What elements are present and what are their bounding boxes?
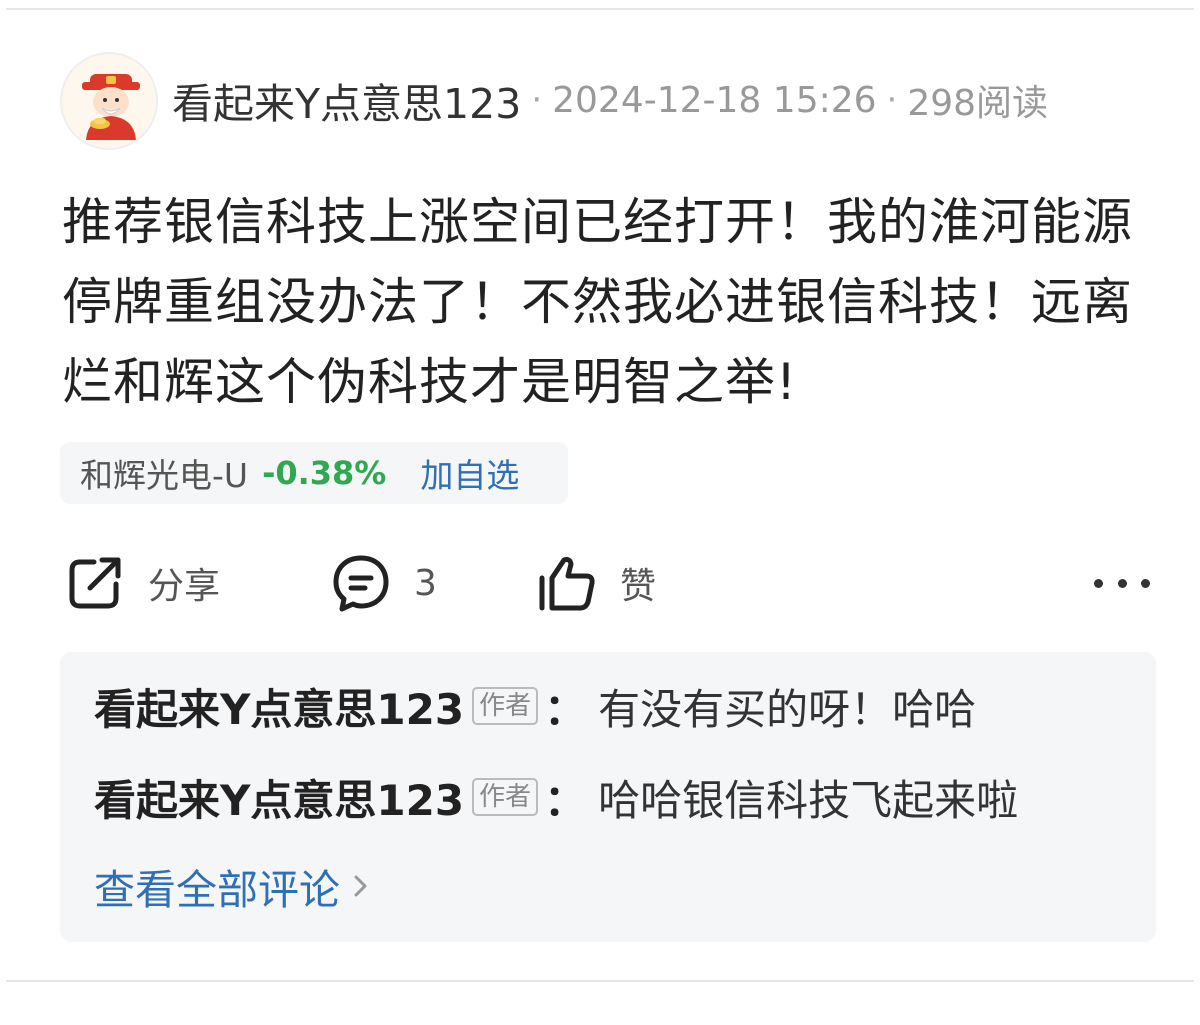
share-button[interactable]: 分享 (64, 545, 220, 621)
meta-separator: · (531, 80, 543, 120)
like-button[interactable]: 赞 (536, 545, 656, 621)
post-meta: 看起来Y点意思123 · 2024-12-18 15:26 · 298阅读 (172, 70, 1049, 130)
comment-item[interactable]: 看起来Y点意思123 作者 ： 有没有买的呀！哈哈 (94, 676, 976, 736)
top-divider (6, 8, 1194, 10)
comment-author[interactable]: 看起来Y点意思123 (94, 767, 464, 828)
author-badge: 作者 (472, 778, 539, 816)
share-icon (69, 557, 121, 609)
author-avatar[interactable] (60, 52, 158, 150)
more-options-button[interactable] (1094, 563, 1150, 603)
comment-item[interactable]: 看起来Y点意思123 作者 ： 哈哈银信科技飞起来啦 (94, 767, 1018, 827)
thumbs-up-icon (539, 557, 595, 611)
comment-colon: ： (544, 775, 587, 825)
more-dots-icon (1094, 578, 1103, 588)
comment-icon (333, 555, 389, 612)
comment-text: 哈哈银信科技飞起来啦 (598, 775, 1019, 825)
post-datetime: 2024-12-18 15:26 (552, 79, 877, 121)
more-dots-icon (1117, 578, 1127, 588)
stock-chip[interactable]: 和辉光电-U -0.38% 加自选 (60, 442, 568, 504)
action-bar: 分享 3 赞 (0, 545, 1200, 621)
comment-author[interactable]: 看起来Y点意思123 (94, 676, 464, 737)
caishen-avatar-icon (62, 54, 156, 148)
post-content[interactable]: 推荐银信科技上涨空间已经打开！我的淮河能源停牌重组没办法了！不然我必进银信科技！… (62, 182, 1152, 422)
meta-separator: · (886, 80, 898, 120)
view-all-comments-link[interactable]: 查看全部评论 (94, 856, 370, 916)
add-watchlist-button[interactable]: 加自选 (420, 449, 519, 497)
author-name[interactable]: 看起来Y点意思123 (172, 70, 521, 130)
stock-change: -0.38% (262, 454, 387, 492)
like-label: 赞 (620, 566, 657, 607)
share-label: 分享 (148, 566, 221, 607)
more-dots-icon (1141, 578, 1150, 588)
comment-button[interactable]: 3 (330, 545, 437, 621)
chevron-right-icon (354, 875, 367, 897)
comment-text: 有没有买的呀！哈哈 (598, 684, 977, 734)
author-badge: 作者 (472, 687, 539, 725)
read-count: 298阅读 (907, 83, 1049, 124)
bottom-divider (6, 980, 1194, 982)
view-all-comments-label: 查看全部评论 (94, 866, 340, 914)
stock-name[interactable]: 和辉光电-U (80, 449, 248, 497)
comment-count: 3 (414, 562, 437, 604)
post-card: 看起来Y点意思123 · 2024-12-18 15:26 · 298阅读 推荐… (0, 0, 1200, 1025)
comment-colon: ： (544, 684, 587, 734)
